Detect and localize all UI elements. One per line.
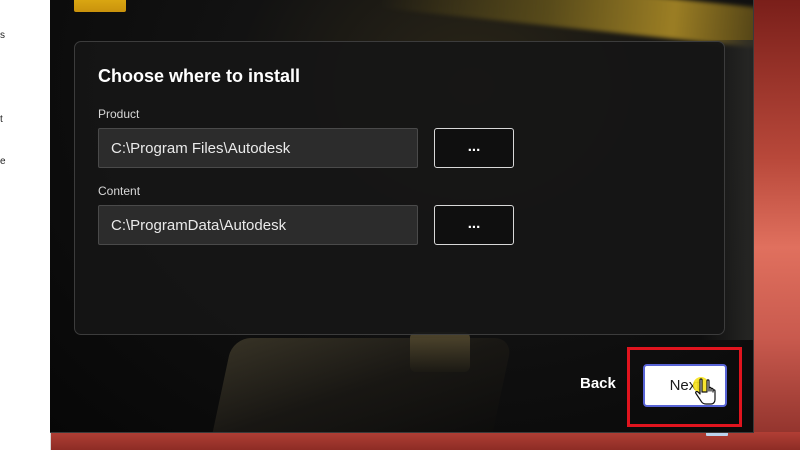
install-location-panel: Choose where to install Product ... Cont… (74, 41, 725, 335)
highlight-annotation-box (627, 347, 742, 427)
desktop-taskbar-strip (0, 432, 800, 450)
content-path-input[interactable] (98, 205, 418, 245)
background-window: s t e (0, 0, 51, 450)
hand-pointer-icon (693, 377, 716, 405)
background-text-2: t (0, 114, 3, 125)
product-logo (74, 0, 126, 12)
panel-title: Choose where to install (98, 66, 301, 86)
decorative-knob (410, 332, 470, 372)
product-label: Product (98, 107, 140, 121)
back-button[interactable]: Back (580, 375, 616, 392)
background-text-3: e (0, 156, 6, 167)
content-label: Content (98, 184, 141, 198)
content-browse-button[interactable]: ... (434, 205, 514, 245)
product-browse-button[interactable]: ... (434, 128, 514, 168)
background-text-1: s (0, 30, 5, 41)
product-path-input[interactable] (98, 128, 418, 168)
